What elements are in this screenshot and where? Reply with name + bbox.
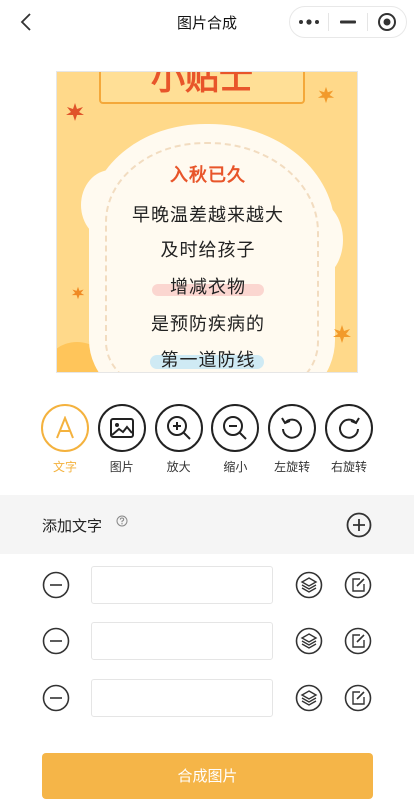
rotate-left-tool-button[interactable]: 左旋转	[267, 404, 317, 476]
tool-circle	[97, 404, 146, 452]
navigation-bar: 图片合成	[0, 0, 414, 44]
text-row	[0, 566, 414, 606]
edit-icon[interactable]	[344, 571, 372, 599]
help-icon[interactable]	[116, 515, 128, 527]
add-text-label: 添加文字	[42, 517, 103, 535]
zoom-in-icon	[166, 416, 191, 440]
text-row	[0, 679, 414, 719]
tool-label: 放大	[166, 460, 191, 474]
minus-icon	[340, 20, 356, 24]
add-text-plus-icon[interactable]	[346, 512, 372, 538]
layers-icon[interactable]	[295, 571, 323, 599]
tool-circle	[211, 404, 260, 452]
image-tool-button[interactable]: 图片	[97, 404, 147, 476]
zoom-out-tool-button[interactable]: 缩小	[210, 404, 260, 476]
poster-line: 是预防疾病的	[151, 314, 265, 335]
zoom-in-tool-button[interactable]: 放大	[154, 404, 204, 476]
tool-circle	[268, 404, 317, 452]
text-input[interactable]	[91, 566, 273, 604]
tool-circle	[41, 404, 89, 452]
text-row	[0, 622, 414, 662]
rotate-left-icon	[281, 417, 303, 439]
layers-icon[interactable]	[295, 627, 323, 655]
poster-line: 及时给孩子	[160, 240, 256, 261]
maple-leaf-icon	[317, 86, 335, 104]
tool-label: 左旋转	[274, 460, 311, 474]
minimize-button[interactable]	[329, 7, 367, 37]
poster-preview[interactable]: 小贴士 入秋已久 早晚温差越来越大 及时给孩子 增减衣物 是预防疾病的 第一道防…	[56, 71, 358, 373]
mini-program-capsule	[289, 6, 407, 38]
target-icon	[378, 13, 396, 31]
layers-icon[interactable]	[295, 684, 323, 712]
maple-leaf-icon	[333, 325, 351, 343]
edit-icon[interactable]	[344, 684, 372, 712]
more-dots-icon	[299, 19, 319, 25]
rotate-right-icon	[339, 417, 360, 439]
edit-icon[interactable]	[344, 627, 372, 655]
close-miniprogram-button[interactable]	[368, 7, 406, 37]
image-icon	[109, 418, 134, 438]
edit-toolbar: 文字 图片 放大 缩小 左旋转 右旋转	[40, 404, 374, 476]
poster-line: 入秋已久	[170, 165, 246, 186]
poster-title: 小贴士	[99, 72, 305, 104]
poster-line: 增减衣物	[170, 277, 246, 298]
text-input[interactable]	[91, 679, 273, 717]
remove-row-icon[interactable]	[42, 571, 70, 599]
poster-line: 早晚温差越来越大	[132, 205, 284, 226]
maple-leaf-icon	[66, 103, 84, 121]
remove-row-icon[interactable]	[42, 627, 70, 655]
rotate-right-tool-button[interactable]: 右旋转	[324, 404, 374, 476]
more-button[interactable]	[290, 7, 328, 37]
text-input[interactable]	[91, 622, 273, 660]
text-icon	[56, 416, 74, 439]
poster-line: 第一道防线	[160, 350, 256, 371]
compose-image-button[interactable]: 合成图片	[42, 753, 373, 799]
zoom-out-icon	[223, 416, 248, 440]
tool-label: 文字	[52, 460, 77, 474]
tool-circle	[324, 404, 373, 452]
tool-label: 图片	[109, 460, 134, 474]
tool-label: 缩小	[223, 460, 248, 474]
tool-label: 右旋转	[330, 460, 367, 474]
maple-leaf-icon	[71, 286, 85, 300]
text-tool-button[interactable]: 文字	[40, 404, 90, 476]
remove-row-icon[interactable]	[42, 684, 70, 712]
tool-circle	[154, 404, 203, 452]
